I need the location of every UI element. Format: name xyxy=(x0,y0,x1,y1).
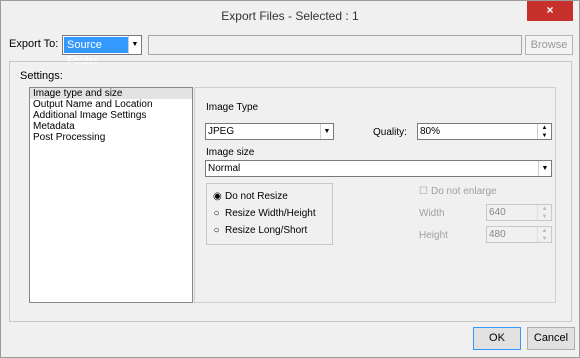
export-to-label: Export To: xyxy=(9,38,59,50)
browse-button[interactable]: Browse xyxy=(525,35,573,55)
height-label: Height xyxy=(419,230,448,241)
chevron-down-icon[interactable]: ▼ xyxy=(128,36,141,54)
nav-item-image-type-size[interactable]: Image type and size xyxy=(30,88,192,99)
nav-item-additional-image-settings[interactable]: Additional Image Settings xyxy=(30,110,192,121)
width-stepper[interactable]: 640 ▲ ▼ xyxy=(486,204,552,221)
image-type-label: Image Type xyxy=(206,102,259,113)
spin-up-icon[interactable]: ▲ xyxy=(538,227,551,235)
destination-value: Source Folder xyxy=(64,37,129,67)
radio-label: Resize Long/Short xyxy=(225,225,308,236)
chevron-down-icon[interactable]: ▼ xyxy=(320,124,333,139)
dialog-title: Export Files - Selected : 1 xyxy=(221,9,359,23)
radio-do-not-resize[interactable]: ◉ Do not Resize xyxy=(213,191,288,202)
radio-resize-long-short[interactable]: ○ Resize Long/Short xyxy=(213,225,307,236)
spin-down-icon[interactable]: ▼ xyxy=(538,132,551,140)
destination-dropdown[interactable]: Source Folder ▼ xyxy=(62,35,142,67)
spin-up-icon[interactable]: ▲ xyxy=(538,205,551,213)
checkbox-icon: ☐ xyxy=(419,186,428,197)
width-spin[interactable]: ▲ ▼ xyxy=(537,205,551,220)
spin-up-icon[interactable]: ▲ xyxy=(538,124,551,132)
nav-item-metadata[interactable]: Metadata xyxy=(30,121,192,132)
quality-stepper[interactable]: 80% ▲ ▼ xyxy=(417,123,552,140)
spin-down-icon[interactable]: ▼ xyxy=(538,213,551,221)
width-value: 640 xyxy=(489,207,506,218)
radio-unselected-icon: ○ xyxy=(213,208,220,219)
radio-label: Do not Resize xyxy=(225,191,288,202)
export-path-field xyxy=(148,35,522,55)
radio-label: Resize Width/Height xyxy=(225,208,316,219)
checkbox-label: Do not enlarge xyxy=(431,186,497,197)
radio-selected-icon: ◉ xyxy=(213,191,222,202)
height-spin[interactable]: ▲ ▼ xyxy=(537,227,551,242)
quality-label: Quality: xyxy=(373,127,407,138)
radio-resize-width-height[interactable]: ○ Resize Width/Height xyxy=(213,208,316,219)
height-stepper[interactable]: 480 ▲ ▼ xyxy=(486,226,552,243)
radio-unselected-icon: ○ xyxy=(213,225,220,236)
height-value: 480 xyxy=(489,229,506,240)
image-size-label: Image size xyxy=(206,147,255,158)
title-bar: Export Files - Selected : 1 × xyxy=(1,1,579,31)
spin-down-icon[interactable]: ▼ xyxy=(538,235,551,243)
image-type-value: JPEG xyxy=(208,126,235,137)
cancel-button[interactable]: Cancel xyxy=(527,327,575,350)
width-label: Width xyxy=(419,208,445,219)
settings-label: Settings: xyxy=(20,70,63,82)
image-type-dropdown[interactable]: JPEG ▼ xyxy=(205,123,334,140)
chevron-down-icon[interactable]: ▼ xyxy=(538,161,551,176)
nav-item-post-processing[interactable]: Post Processing xyxy=(30,132,192,143)
image-size-value: Normal xyxy=(208,163,241,174)
ok-button[interactable]: OK xyxy=(473,327,521,350)
image-size-dropdown[interactable]: Normal ▼ xyxy=(205,160,552,177)
settings-nav-list: Image type and size Output Name and Loca… xyxy=(29,87,193,303)
quality-value: 80% xyxy=(420,126,441,137)
do-not-enlarge-checkbox[interactable]: ☐ Do not enlarge xyxy=(419,186,497,197)
quality-spin[interactable]: ▲ ▼ xyxy=(537,124,551,139)
close-button[interactable]: × xyxy=(527,1,573,21)
export-files-dialog: Export Files - Selected : 1 × Export To:… xyxy=(0,0,580,358)
nav-item-output-name[interactable]: Output Name and Location xyxy=(30,99,192,110)
